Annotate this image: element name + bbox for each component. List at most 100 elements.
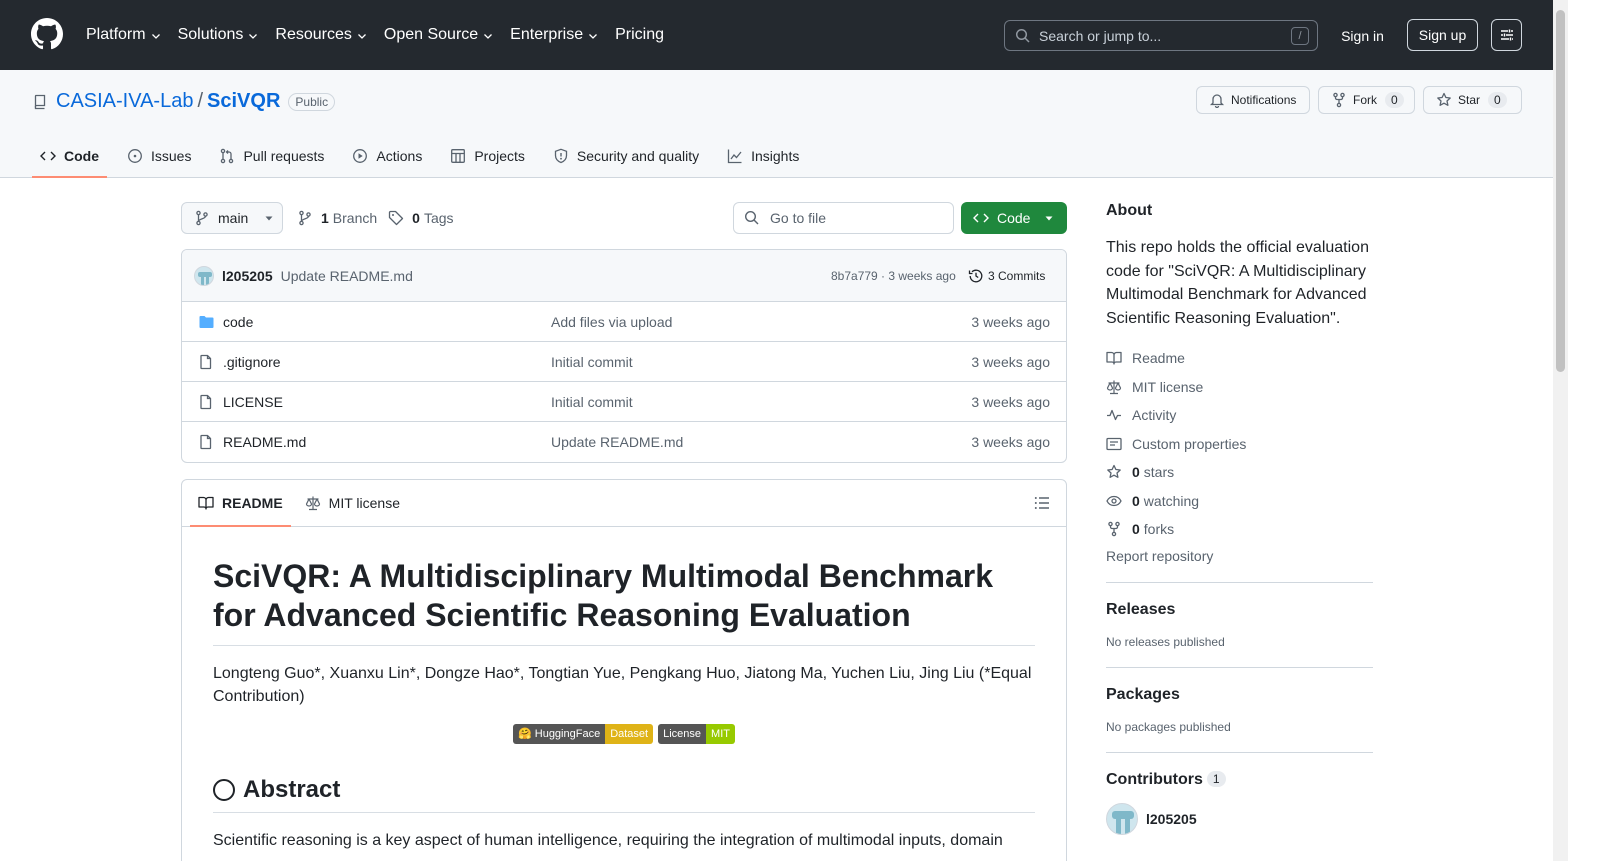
file-row[interactable]: .gitignore Initial commit 3 weeks ago <box>182 342 1066 382</box>
license-link-label: MIT license <box>1132 378 1204 395</box>
forks-link[interactable]: 0 forks <box>1106 515 1373 544</box>
readme-link[interactable]: Readme <box>1106 344 1373 373</box>
nav-pricing[interactable]: Pricing <box>615 26 664 44</box>
shield-icon <box>554 148 568 164</box>
history-icon <box>968 269 983 282</box>
nav-enterprise-label: Enterprise <box>510 26 584 43</box>
tab-pull-requests[interactable]: Pull requests <box>211 138 332 174</box>
badges-row: 🤗 HuggingFace Dataset License MIT <box>213 724 1035 744</box>
github-logo-icon[interactable] <box>31 18 63 50</box>
contributor-name[interactable]: l205205 <box>1146 811 1197 827</box>
file-commit-message[interactable]: Add files via upload <box>551 314 672 330</box>
file-name[interactable]: code <box>223 314 253 330</box>
tab-issues-label: Issues <box>151 148 192 164</box>
file-commit-message[interactable]: Initial commit <box>551 394 633 410</box>
license-badge[interactable]: License MIT <box>658 724 735 744</box>
scrollbar-thumb[interactable] <box>1556 10 1565 372</box>
sign-in-link[interactable]: Sign in <box>1327 20 1398 51</box>
notifications-button[interactable]: Notifications <box>1196 86 1310 114</box>
law-icon <box>305 496 320 511</box>
forks-label: forks <box>1143 521 1175 538</box>
branch-select-button[interactable]: main <box>181 202 283 234</box>
commit-message[interactable]: Update README.md <box>281 268 413 284</box>
activity-link[interactable]: Activity <box>1106 401 1373 430</box>
search-input[interactable]: Search or jump to... / <box>1004 20 1318 51</box>
repo-owner-link[interactable]: CASIA-IVA-Lab <box>56 90 193 113</box>
fork-button[interactable]: Fork 0 <box>1318 86 1415 114</box>
nav-open-source[interactable]: Open Source <box>384 26 494 44</box>
releases-title[interactable]: Releases <box>1106 601 1373 619</box>
tab-actions[interactable]: Actions <box>344 138 430 174</box>
custom-properties-link[interactable]: Custom properties <box>1106 430 1373 459</box>
packages-title[interactable]: Packages <box>1106 686 1373 704</box>
branch-link-label[interactable]: Branch <box>333 210 377 226</box>
notifications-label: Notifications <box>1231 93 1297 107</box>
branch-count[interactable]: 1 <box>321 210 329 226</box>
tab-readme[interactable]: README <box>190 480 291 527</box>
star-button[interactable]: Star 0 <box>1423 86 1522 114</box>
report-repository-link[interactable]: Report repository <box>1106 548 1373 564</box>
commit-hash-time[interactable]: 8b7a779 · 3 weeks ago <box>831 269 956 283</box>
license-badge-value: MIT <box>706 724 735 744</box>
file-row[interactable]: code Add files via upload 3 weeks ago <box>182 302 1066 342</box>
search-placeholder: Search or jump to... <box>1039 27 1162 44</box>
avatar[interactable] <box>1106 802 1138 835</box>
fork-icon <box>1333 92 1345 108</box>
abstract-heading: Abstract <box>213 776 1035 813</box>
tag-link-label[interactable]: Tags <box>424 210 454 226</box>
tag-count[interactable]: 0 <box>412 210 420 226</box>
circle-icon <box>213 779 235 801</box>
nav-resources-label: Resources <box>275 26 352 43</box>
file-name[interactable]: LICENSE <box>223 394 283 410</box>
code-button-label: Code <box>997 210 1031 226</box>
avatar[interactable] <box>194 265 214 286</box>
file-commit-message[interactable]: Update README.md <box>551 434 683 450</box>
go-to-file-input[interactable]: Go to file <box>733 202 954 234</box>
list-outline-icon[interactable] <box>1034 495 1050 511</box>
nav-solutions[interactable]: Solutions <box>178 26 260 44</box>
nav-platform[interactable]: Platform <box>86 26 162 44</box>
bell-icon <box>1209 94 1225 108</box>
license-link[interactable]: MIT license <box>1106 373 1373 402</box>
tag-icon <box>389 210 404 226</box>
tab-code[interactable]: Code <box>32 138 107 178</box>
tab-license[interactable]: MIT license <box>297 480 408 527</box>
star-count: 0 <box>1488 92 1507 108</box>
file-name[interactable]: README.md <box>223 434 306 450</box>
tab-issues[interactable]: Issues <box>119 138 199 174</box>
branch-name: main <box>218 210 249 226</box>
tab-readme-label: README <box>222 495 283 511</box>
repo-separator: / <box>197 90 204 112</box>
tab-security[interactable]: Security and quality <box>545 138 707 174</box>
about-description: This repo holds the official evaluation … <box>1106 239 1369 327</box>
repo-name-link[interactable]: SciVQR <box>207 90 280 113</box>
contributors-section: Contributors 1 l205205 <box>1106 751 1373 835</box>
file-name[interactable]: .gitignore <box>223 354 281 370</box>
tab-license-label: MIT license <box>328 495 400 511</box>
search-icon <box>1015 28 1030 43</box>
contributor-item[interactable]: l205205 <box>1106 802 1373 835</box>
file-commit-time: 3 weeks ago <box>971 353 1050 370</box>
file-commit-message[interactable]: Initial commit <box>551 354 633 370</box>
file-row[interactable]: LICENSE Initial commit 3 weeks ago <box>182 382 1066 422</box>
file-row[interactable]: README.md Update README.md 3 weeks ago <box>182 422 1066 462</box>
code-dropdown-button[interactable]: Code <box>961 202 1067 234</box>
huggingface-badge-value: Dataset <box>605 724 654 744</box>
tab-insights[interactable]: Insights <box>719 138 807 174</box>
contributors-title[interactable]: Contributors <box>1106 771 1203 788</box>
commits-link[interactable]: 3 Commits <box>968 268 1045 284</box>
sign-up-button[interactable]: Sign up <box>1407 19 1478 51</box>
main-nav: Platform Solutions Resources Open Source… <box>86 0 680 70</box>
stars-link[interactable]: 0 stars <box>1106 458 1373 487</box>
readme-authors: Longteng Guo*, Xuanxu Lin*, Dongze Hao*,… <box>213 665 1032 705</box>
readme-link-label: Readme <box>1132 350 1185 367</box>
commit-author[interactable]: l205205 <box>222 268 273 284</box>
watching-link[interactable]: 0 watching <box>1106 487 1373 516</box>
nav-open-source-label: Open Source <box>383 26 479 43</box>
nav-resources[interactable]: Resources <box>275 26 367 44</box>
tab-projects[interactable]: Projects <box>442 138 533 174</box>
huggingface-badge[interactable]: 🤗 HuggingFace Dataset <box>513 724 654 744</box>
note-icon <box>1106 437 1122 450</box>
nav-enterprise[interactable]: Enterprise <box>510 26 599 44</box>
command-palette-button[interactable] <box>1491 19 1522 51</box>
